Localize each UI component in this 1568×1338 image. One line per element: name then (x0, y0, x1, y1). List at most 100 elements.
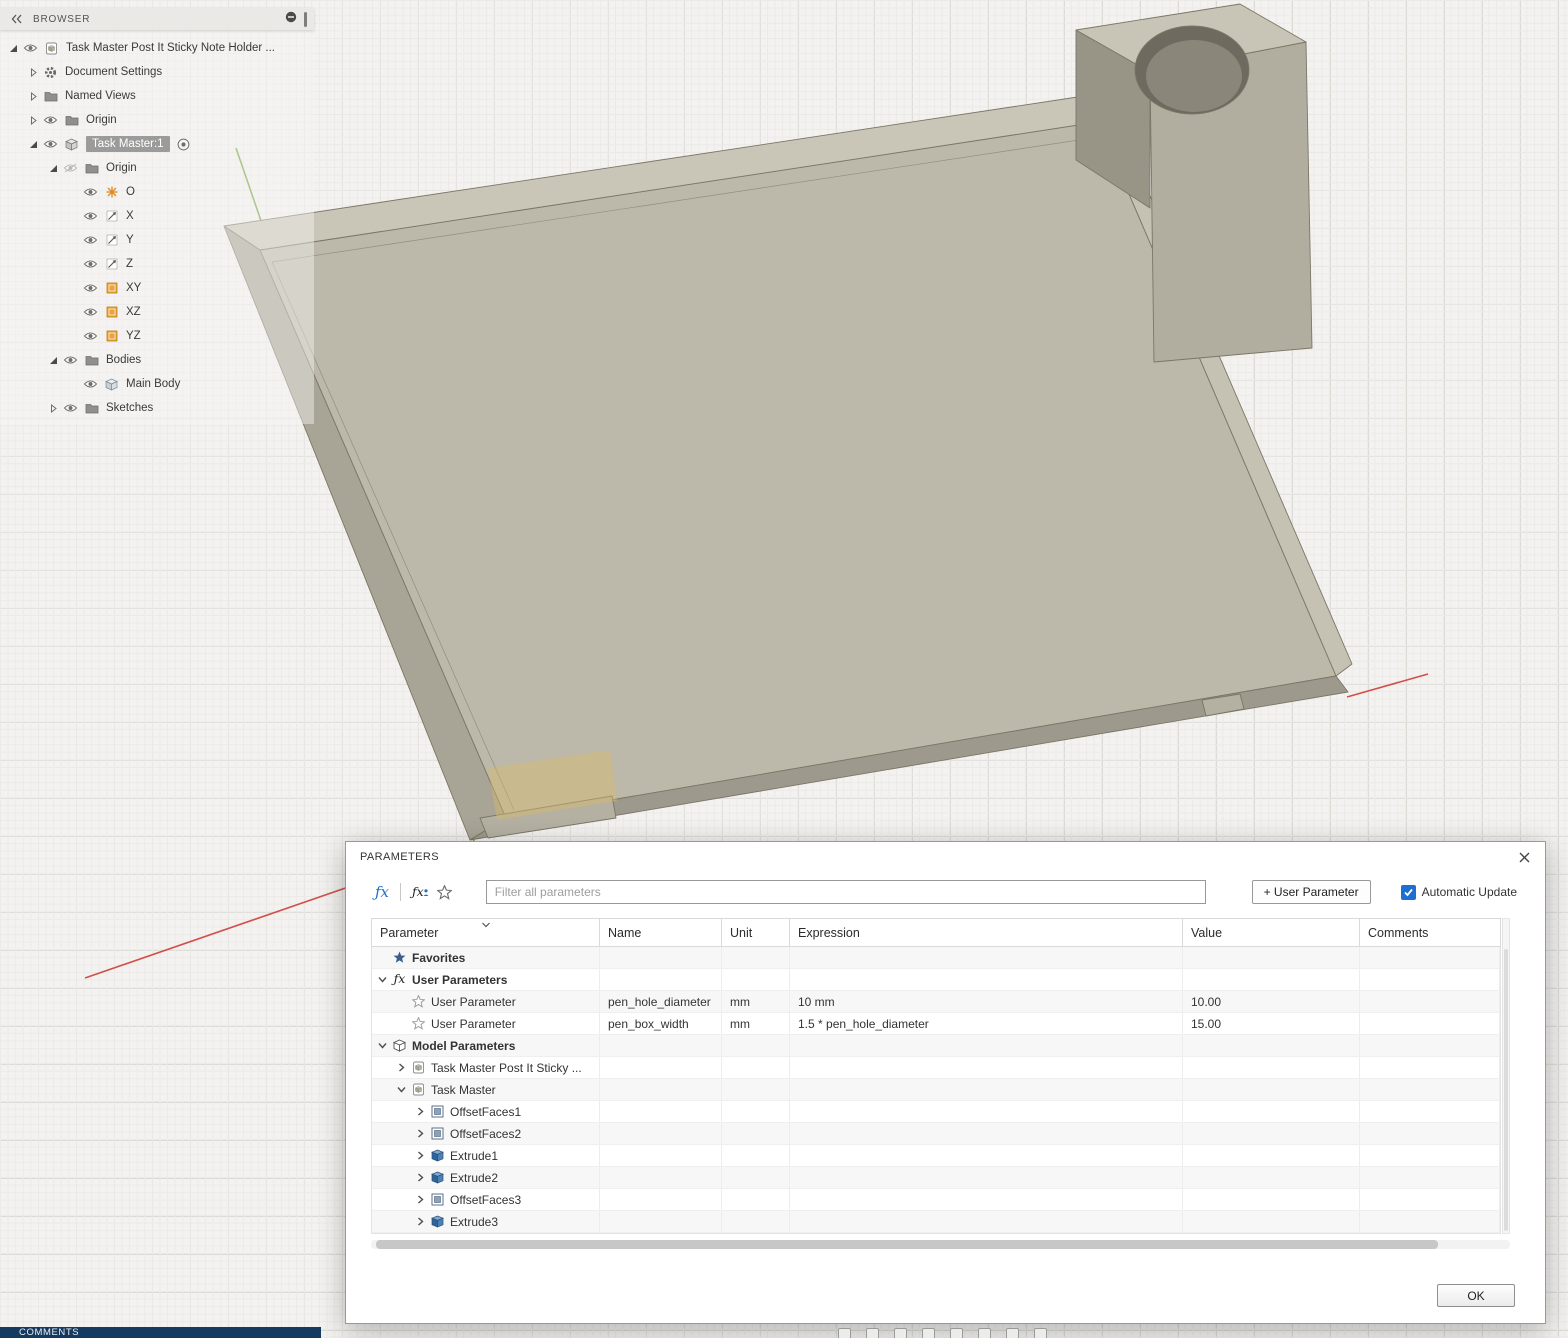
column-header-parameter[interactable]: Parameter (372, 919, 600, 946)
close-x-icon[interactable] (1518, 851, 1531, 864)
column-header-comments[interactable]: Comments (1360, 919, 1502, 946)
visibility-off-icon[interactable] (60, 163, 81, 173)
expand-caret-icon[interactable] (414, 1106, 427, 1117)
parameter-row-offsetfaces3[interactable]: OffsetFaces3 (372, 1189, 1500, 1211)
parameter-row-favorites[interactable]: Favorites (372, 947, 1500, 969)
visibility-icon[interactable] (80, 307, 101, 317)
browser-item-xz[interactable]: XZ (0, 300, 314, 324)
browser-item-z[interactable]: Z (0, 252, 314, 276)
function-icon[interactable]: ƒx (371, 883, 393, 902)
browser-item-label: Sketches (106, 402, 153, 414)
comments-cell (1360, 1057, 1500, 1078)
vertical-scrollbar[interactable] (1502, 918, 1510, 1234)
filter-parameters-input[interactable] (486, 880, 1206, 904)
viewports-icon[interactable] (1034, 1328, 1047, 1338)
parameter-row-extrude2[interactable]: Extrude2 (372, 1167, 1500, 1189)
expand-caret-icon[interactable] (414, 1128, 427, 1139)
column-header-value[interactable]: Value (1183, 919, 1360, 946)
column-header-unit[interactable]: Unit (722, 919, 790, 946)
collapse-caret-icon[interactable] (376, 974, 389, 985)
model-main-body[interactable] (224, 4, 1352, 840)
browser-item-main-body[interactable]: Main Body (0, 372, 314, 396)
collapsed-arrow-icon[interactable] (46, 404, 60, 413)
visibility-icon[interactable] (40, 139, 61, 149)
browser-item-y[interactable]: Y (0, 228, 314, 252)
orbit-icon[interactable] (922, 1328, 935, 1338)
parameter-row-task-master-post-it-sticky[interactable]: Task Master Post It Sticky ... (372, 1057, 1500, 1079)
visibility-icon[interactable] (80, 187, 101, 197)
browser-item-o[interactable]: O (0, 180, 314, 204)
parameter-row-user-parameters[interactable]: ƒxUser Parameters (372, 969, 1500, 991)
parameter-cell: Favorites (372, 947, 600, 968)
parameter-row-offsetfaces1[interactable]: OffsetFaces1 (372, 1101, 1500, 1123)
parameter-row-pen-box-width[interactable]: User Parameterpen_box_widthmm1.5 * pen_h… (372, 1013, 1500, 1035)
parameter-row-offsetfaces2[interactable]: OffsetFaces2 (372, 1123, 1500, 1145)
visibility-icon[interactable] (80, 283, 101, 293)
browser-item-origin[interactable]: Origin (0, 156, 314, 180)
column-header-expression[interactable]: Expression (790, 919, 1183, 946)
browser-item-x[interactable]: X (0, 204, 314, 228)
vertical-scrollbar-thumb[interactable] (1504, 949, 1508, 1231)
favorites-filter-icon[interactable] (433, 883, 456, 902)
expand-caret-icon[interactable] (414, 1150, 427, 1161)
collapsed-arrow-icon[interactable] (26, 92, 40, 101)
expand-caret-icon[interactable] (414, 1172, 427, 1183)
collapse-caret-icon[interactable] (376, 1040, 389, 1051)
expanded-arrow-icon[interactable] (46, 164, 60, 173)
parameter-row-task-master[interactable]: Task Master (372, 1079, 1500, 1101)
visibility-icon[interactable] (60, 403, 81, 413)
browser-item-xy[interactable]: XY (0, 276, 314, 300)
browser-item-bodies[interactable]: Bodies (0, 348, 314, 372)
parameter-row-extrude1[interactable]: Extrude1 (372, 1145, 1500, 1167)
add-user-parameter-button[interactable]: + User Parameter (1252, 880, 1371, 904)
parameter-row-model-parameters[interactable]: Model Parameters (372, 1035, 1500, 1057)
value-cell (1183, 1057, 1360, 1078)
collapsed-arrow-icon[interactable] (26, 68, 40, 77)
dialog-titlebar[interactable]: PARAMETERS (346, 842, 1545, 872)
visibility-icon[interactable] (80, 211, 101, 221)
double-chevron-left-icon[interactable] (7, 12, 26, 26)
parameter-row-extrude3[interactable]: Extrude3 (372, 1211, 1500, 1233)
browser-item-named-views[interactable]: Named Views (0, 84, 314, 108)
horizontal-scrollbar-thumb[interactable] (376, 1240, 1438, 1249)
activate-radio-icon[interactable] (177, 138, 190, 151)
visibility-icon[interactable] (40, 115, 61, 125)
function-user-icon[interactable]: ƒx (408, 884, 433, 901)
expanded-arrow-icon[interactable] (6, 44, 20, 53)
comments-panel-tab[interactable]: COMMENTS (0, 1327, 321, 1338)
visibility-icon[interactable] (80, 259, 101, 269)
collapse-caret-icon[interactable] (395, 1084, 408, 1095)
visibility-icon[interactable] (80, 379, 101, 389)
pan-icon[interactable] (838, 1328, 851, 1338)
collapsed-arrow-icon[interactable] (26, 116, 40, 125)
visibility-icon[interactable] (60, 355, 81, 365)
visibility-icon[interactable] (20, 43, 41, 53)
browser-item-origin[interactable]: Origin (0, 108, 314, 132)
browser-item-task-master-1[interactable]: Task Master:1 (0, 132, 314, 156)
browser-header[interactable]: BROWSER (0, 8, 314, 30)
browser-item-yz[interactable]: YZ (0, 324, 314, 348)
parameter-cell: OffsetFaces3 (372, 1189, 600, 1210)
grid-settings-icon[interactable] (1006, 1328, 1019, 1338)
expanded-arrow-icon[interactable] (46, 356, 60, 365)
parameter-row-pen-hole-diameter[interactable]: User Parameterpen_hole_diametermm10 mm10… (372, 991, 1500, 1013)
expand-caret-icon[interactable] (414, 1194, 427, 1205)
expand-caret-icon[interactable] (414, 1216, 427, 1227)
browser-item-task-master-post-it-sticky-note-holder[interactable]: Task Master Post It Sticky Note Holder .… (0, 36, 314, 60)
expand-caret-icon[interactable] (395, 1062, 408, 1073)
browser-item-sketches[interactable]: Sketches (0, 396, 314, 420)
expanded-arrow-icon[interactable] (26, 140, 40, 149)
minus-circle-icon[interactable] (285, 10, 297, 28)
automatic-update-checkbox[interactable] (1401, 885, 1416, 900)
fit-icon[interactable] (894, 1328, 907, 1338)
ok-button[interactable]: OK (1437, 1284, 1515, 1307)
column-header-name[interactable]: Name (600, 919, 722, 946)
panel-resize-handle[interactable] (304, 12, 307, 27)
display-settings-icon[interactable] (978, 1328, 991, 1338)
horizontal-scrollbar[interactable] (371, 1240, 1510, 1249)
look-at-icon[interactable] (950, 1328, 963, 1338)
zoom-icon[interactable] (866, 1328, 879, 1338)
browser-item-document-settings[interactable]: Document Settings (0, 60, 314, 84)
visibility-icon[interactable] (80, 235, 101, 245)
visibility-icon[interactable] (80, 331, 101, 341)
